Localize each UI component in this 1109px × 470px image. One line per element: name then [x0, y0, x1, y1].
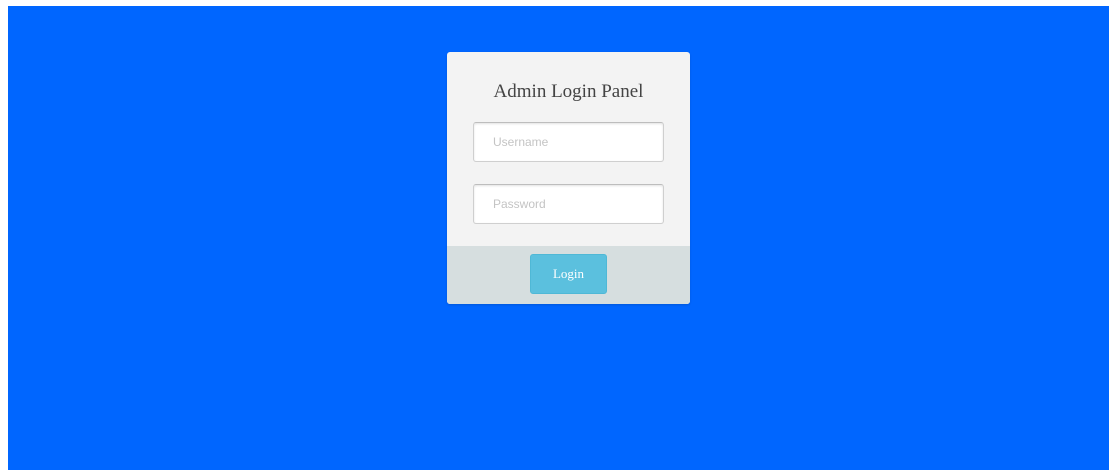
username-input[interactable] [473, 122, 664, 162]
login-button[interactable]: Login [530, 254, 607, 294]
panel-title: Admin Login Panel [493, 81, 644, 102]
login-panel: Admin Login Panel Login [447, 52, 690, 304]
password-input[interactable] [473, 184, 664, 224]
panel-footer: Login [447, 246, 690, 304]
page-background: Admin Login Panel Login [8, 6, 1109, 470]
